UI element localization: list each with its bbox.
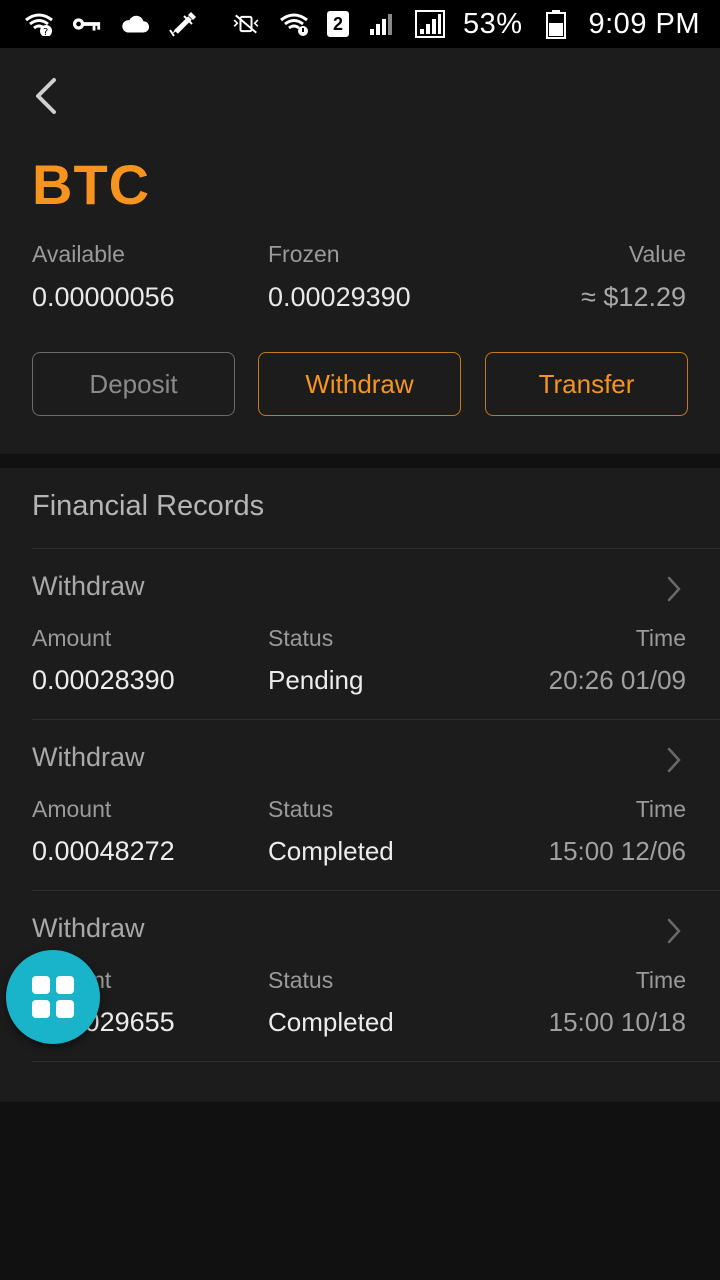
- asset-header: BTC Available 0.00000056 Frozen 0.000293…: [0, 48, 720, 454]
- status-bar: ? 2 53% 9:09 PM: [0, 0, 720, 48]
- status-label: Status: [268, 796, 334, 822]
- value-label: Value: [628, 241, 686, 267]
- grid-menu-icon: [32, 976, 74, 1018]
- record-type: Withdraw: [32, 571, 145, 601]
- time-label: Time: [635, 796, 686, 822]
- record-item[interactable]: Withdraw Amount Status Time 0.00048272 C…: [0, 720, 720, 891]
- record-status: Completed: [268, 1007, 394, 1037]
- page-title: BTC: [32, 153, 151, 216]
- status-label: Status: [268, 625, 334, 651]
- status-label: Status: [268, 967, 334, 993]
- frozen-value: 0.00029390: [268, 282, 411, 312]
- record-type: Withdraw: [32, 913, 145, 943]
- battery-icon: [541, 10, 571, 39]
- chevron-right-icon: [667, 576, 681, 602]
- svg-text:?: ?: [43, 27, 48, 36]
- transfer-button[interactable]: Transfer: [485, 352, 688, 416]
- record-status: Pending: [268, 665, 364, 695]
- record-type: Withdraw: [32, 742, 145, 772]
- amount-label: Amount: [32, 625, 112, 651]
- record-item[interactable]: Withdraw Amount Status Time 0.00029655 C…: [0, 891, 720, 1062]
- key-icon: [72, 11, 102, 37]
- satellite-icon: [168, 11, 198, 37]
- financial-records: Financial Records Withdraw Amount Status…: [0, 468, 720, 1102]
- wifi-icon: [279, 11, 309, 37]
- available-value: 0.00000056: [32, 282, 175, 312]
- record-time: 20:26 01/09: [548, 665, 686, 695]
- cloud-icon: [120, 11, 150, 37]
- wifi-question-icon: ?: [24, 11, 54, 37]
- chevron-left-icon: [36, 78, 56, 114]
- signal-icon: [414, 10, 445, 38]
- record-time: 15:00 12/06: [548, 836, 686, 866]
- signal-icon: [367, 11, 397, 37]
- sim-slot-indicator: 2: [326, 11, 349, 37]
- value-value: ≈ $12.29: [581, 282, 686, 312]
- clock: 9:09 PM: [588, 7, 700, 40]
- record-item[interactable]: Withdraw Amount Status Time 0.00028390 P…: [0, 549, 720, 720]
- mute-vibrate-icon: [231, 11, 261, 37]
- available-label: Available: [32, 241, 125, 267]
- amount-label: Amount: [32, 796, 112, 822]
- record-status: Completed: [268, 836, 394, 866]
- screen: ? 2 53% 9:09 PM BTC Available 0.00000056…: [0, 0, 720, 1280]
- battery-percent: 53%: [462, 7, 523, 40]
- back-button[interactable]: [26, 74, 66, 118]
- withdraw-button[interactable]: Withdraw: [258, 352, 461, 416]
- chevron-right-icon: [667, 918, 681, 944]
- divider: [32, 1061, 720, 1062]
- frozen-label: Frozen: [268, 241, 340, 267]
- record-amount: 0.00028390: [32, 665, 175, 695]
- deposit-button[interactable]: Deposit: [32, 352, 235, 416]
- floating-menu-button[interactable]: [6, 950, 100, 1044]
- time-label: Time: [635, 967, 686, 993]
- record-time: 15:00 10/18: [548, 1007, 686, 1037]
- section-title: Financial Records: [32, 490, 265, 522]
- record-amount: 0.00048272: [32, 836, 175, 866]
- chevron-right-icon: [667, 747, 681, 773]
- time-label: Time: [635, 625, 686, 651]
